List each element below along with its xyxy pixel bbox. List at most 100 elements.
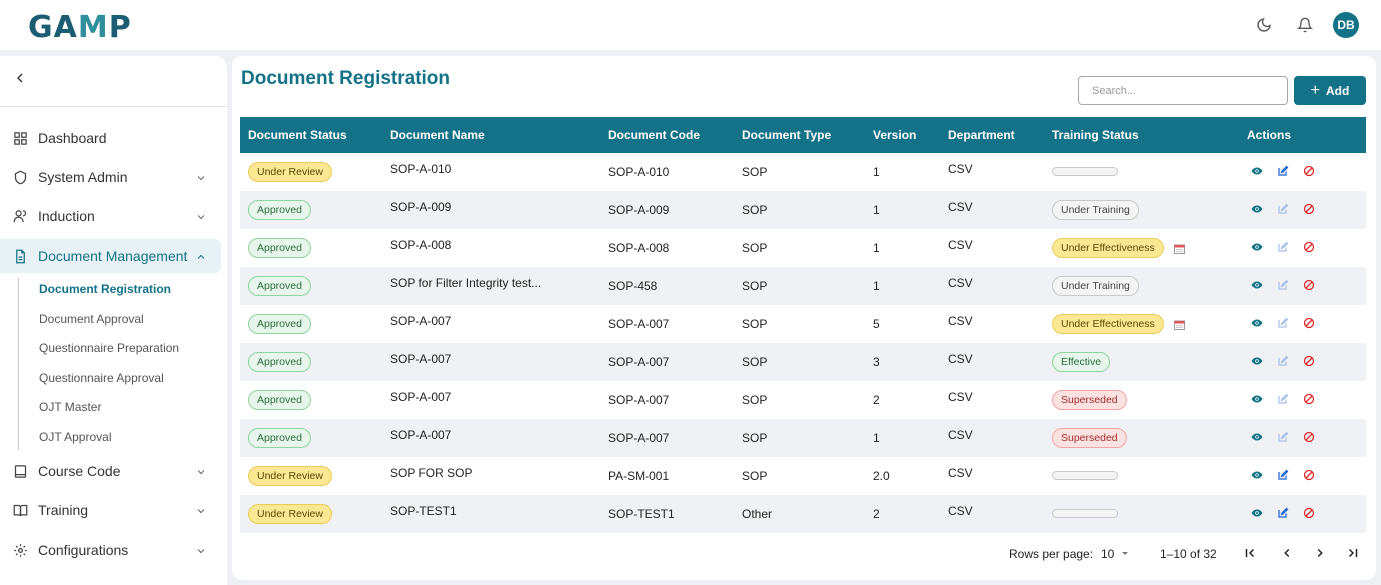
document-type: SOP <box>742 165 768 179</box>
document-code: PA-SM-001 <box>608 469 670 483</box>
document-name: SOP-A-007 <box>390 352 452 366</box>
submenu-item-questionnaire-preparation[interactable]: Questionnaire Preparation <box>39 341 179 355</box>
eye-icon[interactable] <box>1251 203 1263 215</box>
document-version: 1 <box>873 431 880 445</box>
last-page-icon[interactable] <box>1346 546 1360 560</box>
row-actions <box>1251 165 1315 177</box>
block-icon[interactable] <box>1303 279 1315 291</box>
edit-icon[interactable] <box>1277 507 1289 519</box>
row-actions <box>1251 203 1315 215</box>
moon-icon[interactable] <box>1253 14 1275 36</box>
sidebar-item-dashboard[interactable]: Dashboard <box>0 121 221 155</box>
block-icon[interactable] <box>1303 317 1315 329</box>
sidebar-item-label: Document Management <box>38 248 188 264</box>
block-icon[interactable] <box>1303 355 1315 367</box>
column-header[interactable]: Training Status <box>1052 128 1139 142</box>
department: CSV <box>948 428 973 442</box>
sidebar-item-label: Training <box>38 502 89 518</box>
edit-icon <box>1277 241 1289 253</box>
column-header[interactable]: Department <box>948 128 1015 142</box>
table-row[interactable]: Approved SOP-A-007 SOP-A-007 SOP 2 CSV Superse… <box>240 381 1366 419</box>
top-bar: GAMP DB <box>0 0 1381 50</box>
search-input[interactable] <box>1078 76 1288 105</box>
app-logo[interactable]: GAMP <box>28 10 132 45</box>
first-page-icon[interactable] <box>1243 546 1257 560</box>
training-status <box>1052 162 1118 176</box>
table-row[interactable]: Approved SOP-A-008 SOP-A-008 SOP 1 CSV Under E… <box>240 229 1366 267</box>
table-row[interactable]: Under Review SOP-TEST1 SOP-TEST1 Other 2 CSV <box>240 495 1366 533</box>
sidebar-item-label: Course Code <box>38 463 121 479</box>
previous-page-icon[interactable] <box>1280 546 1294 560</box>
eye-icon[interactable] <box>1251 469 1263 481</box>
eye-icon[interactable] <box>1251 165 1263 177</box>
block-icon[interactable] <box>1303 507 1315 519</box>
eye-icon[interactable] <box>1251 241 1263 253</box>
bell-icon[interactable] <box>1294 14 1316 36</box>
submenu-item-ojt-master[interactable]: OJT Master <box>39 400 101 414</box>
eye-icon[interactable] <box>1251 393 1263 405</box>
sidebar-item-induction[interactable]: Induction <box>0 199 221 233</box>
document-version: 1 <box>873 279 880 293</box>
document-icon <box>12 248 28 264</box>
edit-icon[interactable] <box>1277 469 1289 481</box>
training-status: Under Effectiveness <box>1052 314 1185 334</box>
avatar[interactable]: DB <box>1333 12 1359 38</box>
table-row[interactable]: Approved SOP-A-007 SOP-A-007 SOP 1 CSV Superse… <box>240 419 1366 457</box>
row-actions <box>1251 469 1315 481</box>
eye-icon[interactable] <box>1251 507 1263 519</box>
submenu-item-ojt-approval[interactable]: OJT Approval <box>39 430 111 444</box>
eye-icon[interactable] <box>1251 279 1263 291</box>
next-page-icon[interactable] <box>1313 546 1327 560</box>
table-row[interactable]: Approved SOP-A-007 SOP-A-007 SOP 5 CSV Under E… <box>240 305 1366 343</box>
block-icon[interactable] <box>1303 241 1315 253</box>
eye-icon[interactable] <box>1251 355 1263 367</box>
department: CSV <box>948 162 973 176</box>
table-row[interactable]: Under Review SOP-A-010 SOP-A-010 SOP 1 CSV <box>240 153 1366 191</box>
chevron-left-icon[interactable] <box>12 70 32 90</box>
sidebar-item-system-admin[interactable]: System Admin <box>0 160 221 194</box>
block-icon[interactable] <box>1303 165 1315 177</box>
sidebar-item-document-management[interactable]: Document Management <box>0 239 221 273</box>
divider <box>0 106 227 107</box>
edit-icon[interactable] <box>1277 165 1289 177</box>
block-icon[interactable] <box>1303 431 1315 443</box>
calendar-icon[interactable] <box>1173 243 1185 254</box>
rows-per-page-select[interactable]: 10 <box>1101 547 1130 561</box>
document-name: SOP-A-007 <box>390 390 452 404</box>
submenu-item-questionnaire-approval[interactable]: Questionnaire Approval <box>39 371 164 385</box>
calendar-icon[interactable] <box>1173 319 1185 330</box>
department: CSV <box>948 466 973 480</box>
document-name: SOP-A-007 <box>390 314 452 328</box>
pagination: Rows per page: 10 1–10 of 32 <box>240 535 1366 573</box>
sidebar-item-training[interactable]: Training <box>0 493 221 527</box>
gear-icon <box>12 542 28 558</box>
sidebar-item-course-code[interactable]: Course Code <box>0 454 221 488</box>
document-version: 1 <box>873 165 880 179</box>
eye-icon[interactable] <box>1251 317 1263 329</box>
column-header[interactable]: Document Code <box>608 128 700 142</box>
document-name: SOP for Filter Integrity test... <box>390 276 542 290</box>
sidebar-item-configurations[interactable]: Configurations <box>0 533 221 567</box>
table-row[interactable]: Approved SOP-A-009 SOP-A-009 SOP 1 CSV Under T… <box>240 191 1366 229</box>
submenu-item-document-registration[interactable]: Document Registration <box>39 282 171 296</box>
table-row[interactable]: Approved SOP for Filter Integrity test...… <box>240 267 1366 305</box>
document-name: SOP-A-009 <box>390 200 452 214</box>
table-row[interactable]: Approved SOP-A-007 SOP-A-007 SOP 3 CSV Effecti… <box>240 343 1366 381</box>
column-header[interactable]: Document Status <box>248 128 347 142</box>
grid-icon <box>12 130 28 146</box>
submenu-item-document-approval[interactable]: Document Approval <box>39 312 144 326</box>
column-header[interactable]: Document Name <box>390 128 485 142</box>
block-icon[interactable] <box>1303 393 1315 405</box>
block-icon[interactable] <box>1303 203 1315 215</box>
training-status-badge: Superseded <box>1052 390 1127 410</box>
add-button[interactable]: + Add <box>1294 76 1366 105</box>
eye-icon[interactable] <box>1251 431 1263 443</box>
status-badge: Approved <box>248 390 311 410</box>
column-header[interactable]: Document Type <box>742 128 831 142</box>
department: CSV <box>948 352 973 366</box>
column-header[interactable]: Version <box>873 128 916 142</box>
block-icon[interactable] <box>1303 469 1315 481</box>
document-code: SOP-A-007 <box>608 431 670 445</box>
document-code: SOP-A-010 <box>608 165 670 179</box>
table-row[interactable]: Under Review SOP FOR SOP PA-SM-001 SOP 2.0 CS… <box>240 457 1366 495</box>
